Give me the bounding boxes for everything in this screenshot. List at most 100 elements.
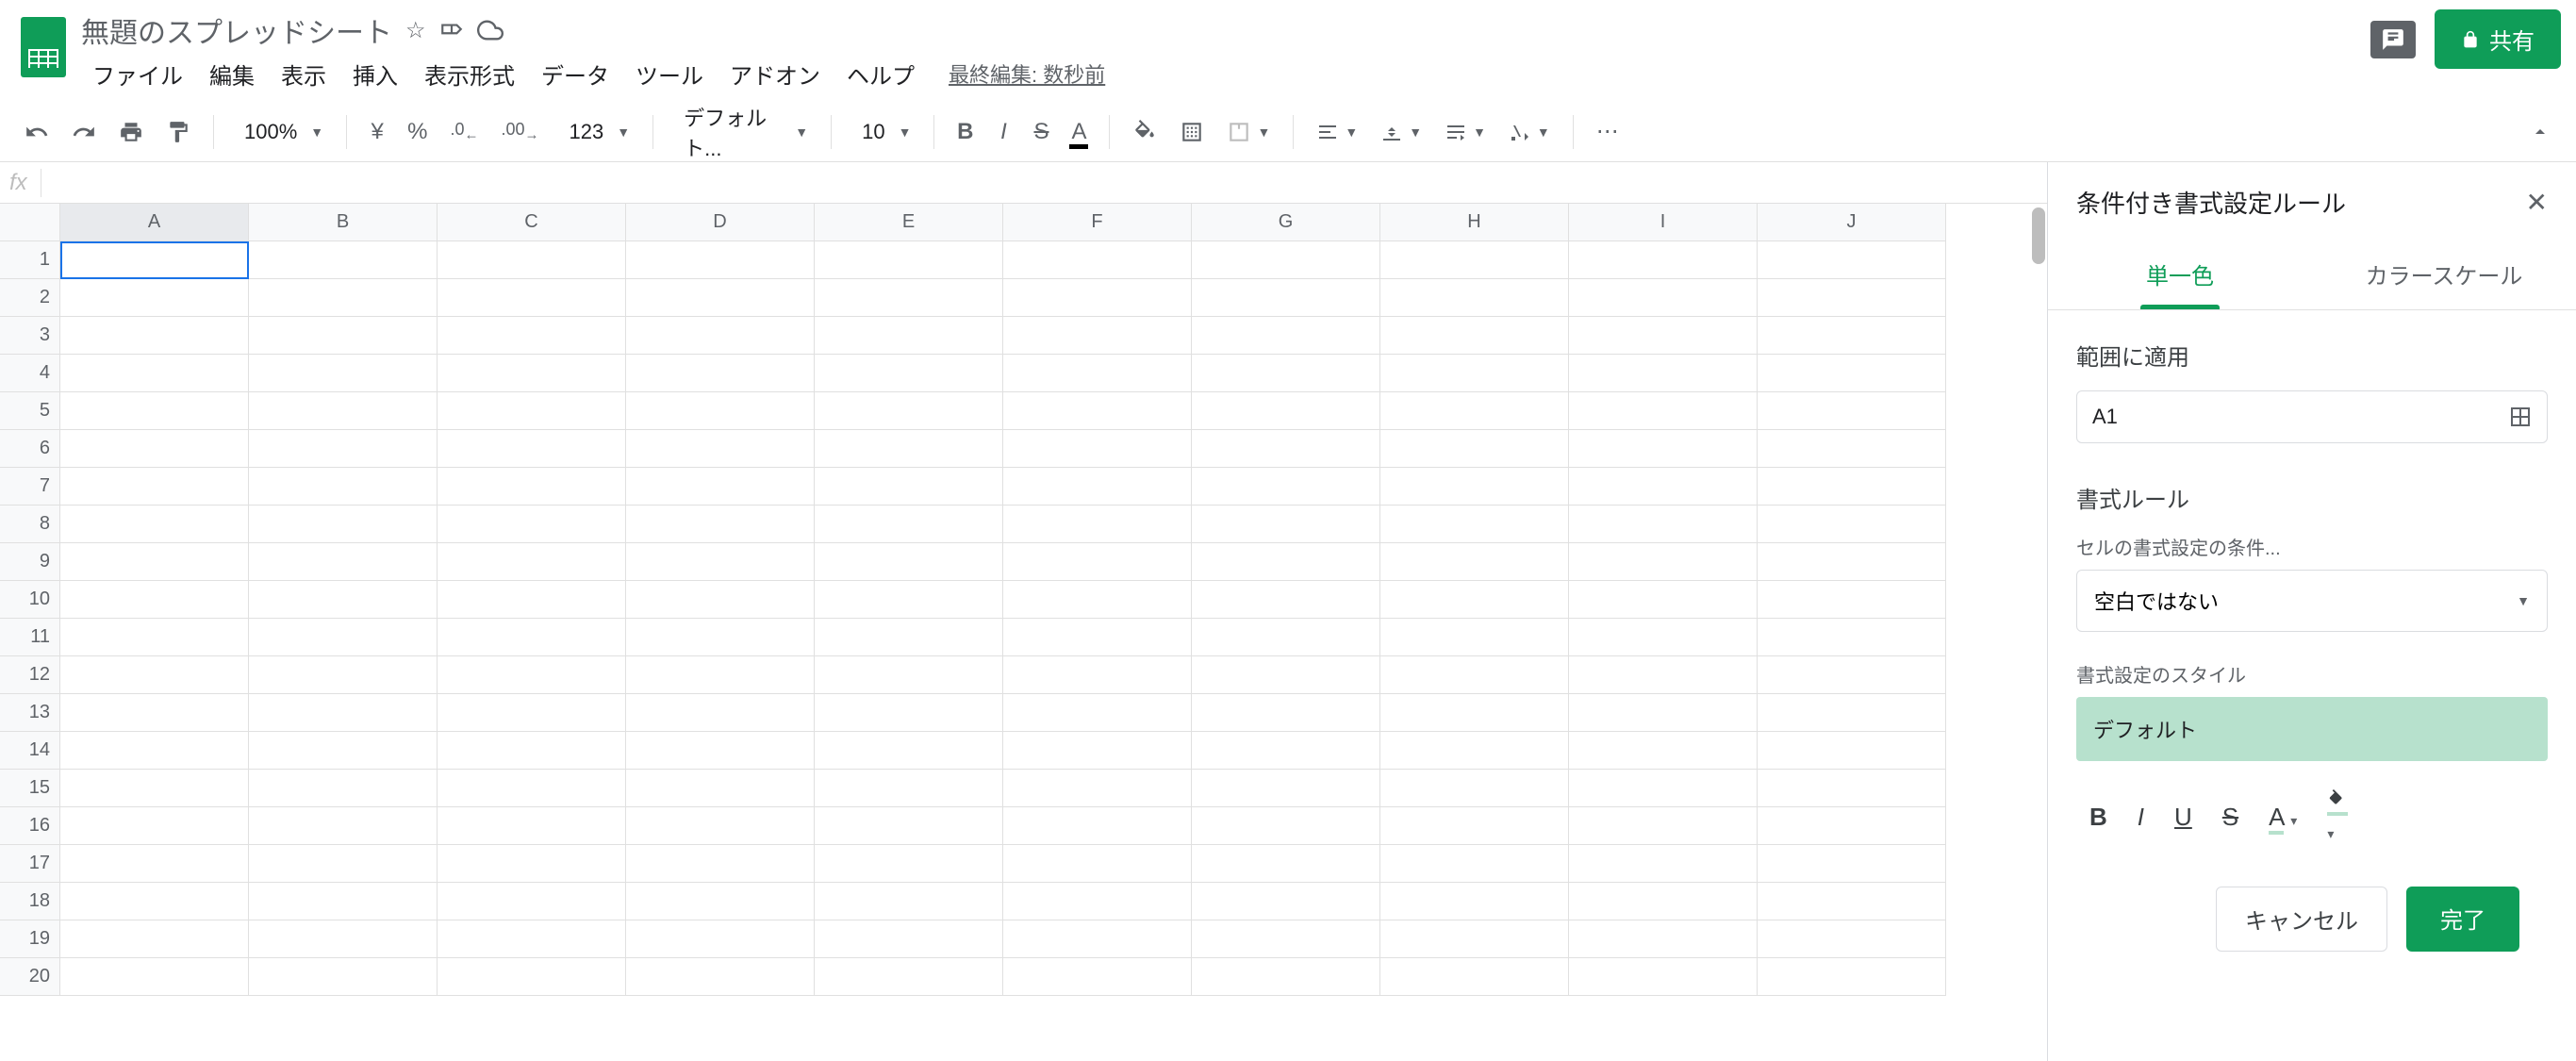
cell[interactable] xyxy=(1569,656,1758,694)
cell[interactable] xyxy=(249,392,438,430)
cell[interactable] xyxy=(1003,392,1192,430)
cell[interactable] xyxy=(815,958,1003,996)
cell[interactable] xyxy=(249,694,438,732)
menu-insert[interactable]: 挿入 xyxy=(341,54,409,94)
currency-button[interactable]: ¥ xyxy=(360,111,394,153)
cell[interactable] xyxy=(1569,883,1758,920)
cell[interactable] xyxy=(626,732,815,770)
font-size-dropdown[interactable]: 10▼ xyxy=(845,114,920,150)
row-header[interactable]: 11 xyxy=(0,619,60,656)
cell[interactable] xyxy=(60,920,249,958)
cell[interactable] xyxy=(249,958,438,996)
format-fill-color-button[interactable]: ▾ xyxy=(2321,786,2353,849)
column-header[interactable]: D xyxy=(626,204,815,241)
cell[interactable] xyxy=(60,355,249,392)
cell[interactable] xyxy=(1569,468,1758,506)
cell[interactable] xyxy=(1003,845,1192,883)
cell[interactable] xyxy=(1380,656,1569,694)
cell[interactable] xyxy=(1003,883,1192,920)
cell[interactable] xyxy=(249,845,438,883)
cell[interactable] xyxy=(815,468,1003,506)
horizontal-align-button[interactable]: ▼ xyxy=(1307,115,1367,149)
cell[interactable] xyxy=(626,694,815,732)
cell[interactable] xyxy=(438,656,626,694)
text-rotation-button[interactable]: ▼ xyxy=(1499,115,1560,149)
cell[interactable] xyxy=(626,543,815,581)
collapse-toolbar-button[interactable] xyxy=(2519,111,2561,153)
cell[interactable] xyxy=(1758,468,1946,506)
cell[interactable] xyxy=(1192,355,1380,392)
row-header[interactable]: 12 xyxy=(0,656,60,694)
cell[interactable] xyxy=(438,807,626,845)
column-header[interactable]: I xyxy=(1569,204,1758,241)
cell[interactable] xyxy=(1380,392,1569,430)
cell[interactable] xyxy=(1569,732,1758,770)
column-header[interactable]: J xyxy=(1758,204,1946,241)
cell[interactable] xyxy=(1192,430,1380,468)
cell[interactable] xyxy=(1569,770,1758,807)
cell[interactable] xyxy=(1380,506,1569,543)
text-wrap-button[interactable]: ▼ xyxy=(1435,115,1495,149)
cell[interactable] xyxy=(1380,279,1569,317)
cell[interactable] xyxy=(60,581,249,619)
cell[interactable] xyxy=(815,279,1003,317)
cell[interactable] xyxy=(1192,317,1380,355)
cell[interactable] xyxy=(1380,430,1569,468)
column-header[interactable]: B xyxy=(249,204,438,241)
cell[interactable] xyxy=(1192,392,1380,430)
row-header[interactable]: 17 xyxy=(0,845,60,883)
cell[interactable] xyxy=(1569,317,1758,355)
cell[interactable] xyxy=(1758,958,1946,996)
last-edit-link[interactable]: 最終編集: 数秒前 xyxy=(949,58,1105,89)
more-toolbar-button[interactable]: ⋯ xyxy=(1587,111,1628,153)
vertical-align-button[interactable]: ▼ xyxy=(1371,115,1431,149)
strikethrough-button[interactable]: S xyxy=(1024,111,1058,153)
redo-button[interactable] xyxy=(62,111,106,153)
cell[interactable] xyxy=(438,770,626,807)
cell[interactable] xyxy=(438,543,626,581)
undo-button[interactable] xyxy=(15,111,58,153)
cell[interactable] xyxy=(438,279,626,317)
cell[interactable] xyxy=(1758,581,1946,619)
cell[interactable] xyxy=(1192,241,1380,279)
cell[interactable] xyxy=(626,279,815,317)
cell[interactable] xyxy=(1192,883,1380,920)
cell[interactable] xyxy=(1380,581,1569,619)
cell[interactable] xyxy=(249,279,438,317)
cell[interactable] xyxy=(1003,241,1192,279)
cell[interactable] xyxy=(438,920,626,958)
italic-button[interactable]: I xyxy=(986,111,1020,153)
cell[interactable] xyxy=(1569,845,1758,883)
menu-tools[interactable]: ツール xyxy=(624,54,715,94)
row-header[interactable]: 5 xyxy=(0,392,60,430)
cell[interactable] xyxy=(1192,543,1380,581)
cell[interactable] xyxy=(249,920,438,958)
cell[interactable] xyxy=(815,883,1003,920)
cell[interactable] xyxy=(1192,845,1380,883)
cell[interactable] xyxy=(249,506,438,543)
sheets-logo[interactable] xyxy=(15,9,72,85)
cell[interactable] xyxy=(1380,807,1569,845)
cell[interactable] xyxy=(60,883,249,920)
column-header[interactable]: F xyxy=(1003,204,1192,241)
cell[interactable] xyxy=(1192,656,1380,694)
cell[interactable] xyxy=(1192,468,1380,506)
cell[interactable] xyxy=(60,506,249,543)
cell[interactable] xyxy=(815,317,1003,355)
cell[interactable] xyxy=(1192,807,1380,845)
cell[interactable] xyxy=(60,694,249,732)
format-strikethrough-button[interactable]: S xyxy=(2217,799,2244,836)
cell[interactable] xyxy=(1758,920,1946,958)
cell[interactable] xyxy=(60,241,249,279)
select-range-icon[interactable] xyxy=(2509,406,2532,428)
cell[interactable] xyxy=(1003,958,1192,996)
cell[interactable] xyxy=(1380,845,1569,883)
move-icon[interactable] xyxy=(439,18,464,42)
row-header[interactable]: 19 xyxy=(0,920,60,958)
cell[interactable] xyxy=(249,468,438,506)
cell[interactable] xyxy=(249,770,438,807)
fill-color-button[interactable] xyxy=(1123,111,1166,153)
cell[interactable] xyxy=(626,392,815,430)
column-header[interactable]: A xyxy=(60,204,249,241)
row-header[interactable]: 6 xyxy=(0,430,60,468)
